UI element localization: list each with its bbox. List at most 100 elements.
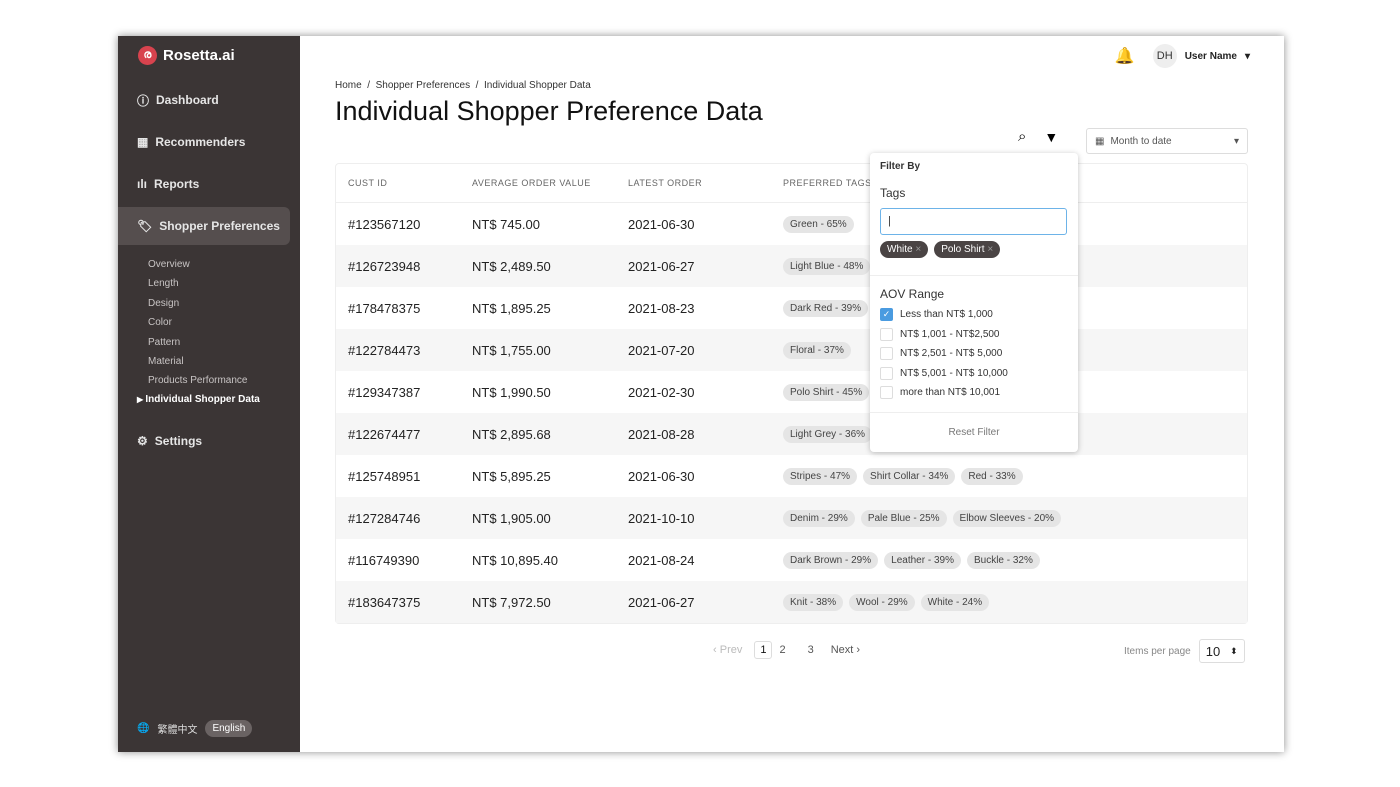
table-row[interactable]: #122784473 NT$ 1,755.00 2021-07-20 Floral -…	[336, 329, 1247, 371]
tag: Green - 65%	[783, 215, 854, 233]
tag: Red - 33%	[961, 467, 1023, 485]
caret-down-icon: ▾	[1244, 50, 1250, 62]
table-row[interactable]: #183647375 NT$ 7,972.50 2021-06-27 Knit - 3…	[336, 581, 1247, 623]
table-row[interactable]: #122674477 NT$ 2,895.68 2021-08-28 Light Gr…	[336, 413, 1247, 455]
table-row[interactable]: #129347387 NT$ 1,990.50 2021-02-30 Polo Shi…	[336, 371, 1247, 413]
tags-input[interactable]: |	[880, 208, 1067, 235]
aov: NT$ 2,489.50	[472, 258, 551, 274]
sort-icon: ⬍	[1230, 645, 1238, 656]
next-button[interactable]: Next ›	[831, 644, 860, 656]
pagination: ‹ Prev 1 2 3 Next ›	[713, 641, 860, 659]
table-row[interactable]: #126723948 NT$ 2,489.50 2021-06-27 Light Bl…	[336, 245, 1247, 287]
page-2[interactable]: 2	[774, 642, 790, 658]
col-aov[interactable]: AVERAGE ORDER VALUE	[472, 178, 628, 188]
aov: NT$ 1,755.00	[472, 342, 551, 358]
prev-button[interactable]: ‹ Prev	[713, 644, 742, 656]
subitem-color[interactable]: Color	[148, 317, 172, 328]
tags: Stripes - 47% Shirt Collar - 34% Red - 33%	[783, 467, 1247, 485]
label: Recommenders	[155, 135, 246, 149]
reset-filter-button[interactable]: Reset Filter	[870, 427, 1078, 438]
checkbox[interactable]	[880, 327, 893, 341]
chip-white: White ×	[880, 241, 929, 258]
table-row[interactable]: #178478375 NT$ 1,895.25 2021-08-23 Dark Red…	[336, 287, 1247, 329]
tag: Light Grey - 36%	[783, 425, 873, 443]
filter-icon[interactable]: ▼	[1044, 129, 1058, 145]
table-row[interactable]: #116749390 NT$ 10,895.40 2021-08-24 Dark Br…	[336, 539, 1247, 581]
subitem-pattern[interactable]: Pattern	[148, 337, 180, 348]
close-icon[interactable]: ×	[915, 244, 921, 255]
tag: Leather - 39%	[884, 551, 961, 569]
lang-zh[interactable]: 繁體中文	[157, 721, 197, 736]
checkbox[interactable]	[880, 386, 893, 400]
checkbox[interactable]	[880, 366, 893, 380]
grid-icon: ▦	[137, 135, 149, 149]
tag: Dark Brown - 29%	[783, 551, 879, 569]
col-latest-order[interactable]: LATEST ORDER	[628, 178, 783, 188]
checkbox[interactable]	[880, 347, 893, 361]
sidebar-item-shopper-preferences[interactable]: 🏷 Shopper Preferences	[118, 207, 290, 245]
cust-id: #123567120	[348, 216, 421, 232]
subitem-length[interactable]: Length	[148, 278, 179, 289]
aov-option[interactable]: more than NT$ 10,001	[880, 383, 1008, 403]
tags-label: Tags	[880, 186, 906, 200]
aov-options: ✓ Less than NT$ 1,000 NT$ 1,001 - NT$2,500…	[880, 305, 1008, 403]
search-icon[interactable]: ⌕	[1018, 128, 1026, 145]
sidebar-item-dashboard[interactable]: ⓘ Dashboard	[118, 81, 290, 119]
sidebar-item-settings[interactable]: ⚙ Settings	[118, 422, 290, 460]
aov-option[interactable]: NT$ 2,501 - NT$ 5,000	[880, 344, 1008, 364]
header-user: 🔔 DH User Name ▾	[1115, 44, 1250, 68]
aov-option[interactable]: NT$ 5,001 - NT$ 10,000	[880, 364, 1008, 384]
bell-icon[interactable]: 🔔	[1115, 46, 1135, 66]
lang-en[interactable]: English	[205, 720, 253, 737]
option-label: NT$ 2,501 - NT$ 5,000	[900, 348, 1003, 360]
table-row[interactable]: #125748951 NT$ 5,895.25 2021-06-30 Stripes …	[336, 455, 1247, 497]
date-range-select[interactable]: ▦ Month to date ▾	[1086, 128, 1248, 154]
sidebar-item-reports[interactable]: ılı Reports	[118, 165, 290, 203]
language-switcher: 🌐 繁體中文 English	[137, 720, 253, 737]
page-1[interactable]: 1	[754, 641, 773, 659]
tag: Elbow Sleeves - 20%	[952, 509, 1062, 527]
tags: Dark Brown - 29% Leather - 39% Buckle - 32…	[783, 551, 1247, 569]
checkbox[interactable]: ✓	[880, 308, 893, 322]
aov-option[interactable]: NT$ 1,001 - NT$2,500	[880, 325, 1008, 345]
subitem-design[interactable]: Design	[148, 298, 179, 309]
globe-icon: 🌐	[137, 723, 150, 734]
cust-id: #126723948	[348, 258, 421, 274]
sidebar-item-recommenders[interactable]: ▦ Recommenders	[118, 123, 290, 161]
latest-order: 2021-06-30	[628, 468, 695, 484]
items-per-page-select[interactable]: 10 ⬍	[1198, 639, 1245, 663]
label: White	[887, 244, 913, 255]
table-row[interactable]: #127284746 NT$ 1,905.00 2021-10-10 Denim - …	[336, 497, 1247, 539]
logo[interactable]: ര Rosetta.ai	[138, 46, 235, 65]
label: Individual Shopper Data	[145, 394, 260, 405]
filter-popover: Filter By Tags | White × Polo Shirt × AO…	[870, 153, 1078, 452]
col-cust-id[interactable]: CUST ID	[336, 178, 472, 188]
tag: Pale Blue - 25%	[860, 509, 947, 527]
date-range-value: Month to date	[1110, 135, 1172, 147]
option-label: NT$ 1,001 - NT$2,500	[900, 328, 1000, 340]
tag: Shirt Collar - 34%	[863, 467, 956, 485]
cust-id: #122674477	[348, 426, 421, 442]
subitem-overview[interactable]: Overview	[148, 259, 190, 270]
page-3[interactable]: 3	[803, 642, 819, 658]
user-menu[interactable]: DH User Name ▾	[1152, 44, 1250, 68]
sidebar: ര Rosetta.ai ⓘ Dashboard ▦ Recommenders ılı…	[118, 36, 300, 752]
latest-order: 2021-06-30	[628, 216, 695, 232]
label: Prev	[719, 644, 743, 656]
label: Dashboard	[156, 93, 219, 107]
aov-option[interactable]: ✓ Less than NT$ 1,000	[880, 305, 1008, 325]
breadcrumb: Home / Shopper Preferences / Individual …	[335, 80, 591, 91]
table-row[interactable]: #123567120 NT$ 745.00 2021-06-30 Green - 65…	[336, 203, 1247, 245]
close-icon[interactable]: ×	[987, 244, 993, 255]
latest-order: 2021-06-27	[628, 258, 695, 274]
subitem-individual-shopper-data[interactable]: ▶ Individual Shopper Data	[137, 394, 260, 405]
subitem-material[interactable]: Material	[148, 356, 184, 367]
selected-tags: White × Polo Shirt ×	[880, 241, 1001, 258]
cust-id: #122784473	[348, 342, 421, 358]
filter-title: Filter By	[880, 161, 921, 172]
latest-order: 2021-07-20	[628, 342, 695, 358]
crumb-home[interactable]: Home	[335, 80, 362, 91]
avatar: DH	[1152, 44, 1177, 68]
crumb-shopper-preferences[interactable]: Shopper Preferences	[376, 80, 471, 91]
subitem-products-performance[interactable]: Products Performance	[148, 375, 248, 386]
